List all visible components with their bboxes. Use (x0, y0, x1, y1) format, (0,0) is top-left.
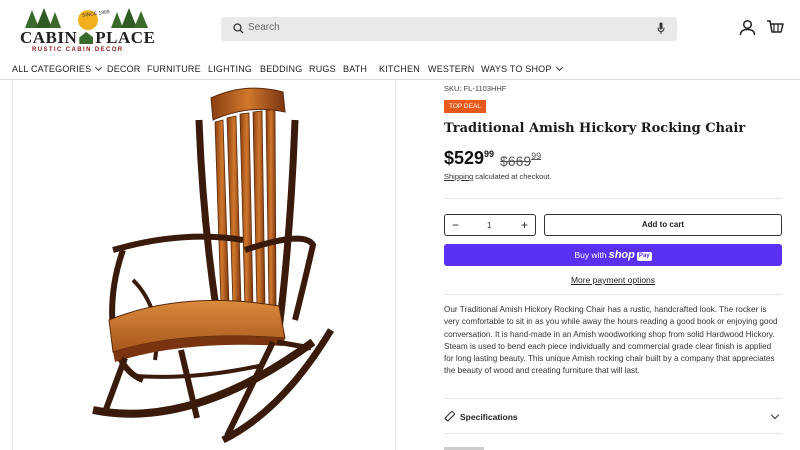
user-icon[interactable] (739, 19, 756, 36)
old-price-cents: 99 (531, 151, 542, 161)
rocking-chair-image (92, 87, 335, 444)
nav-ways-to-shop[interactable]: WAYS TO SHOP (481, 63, 563, 74)
sale-price-cents: 99 (484, 149, 495, 159)
nav-all-categories[interactable]: ALL CATEGORIES (12, 63, 103, 74)
search-bar[interactable]: Search (221, 17, 677, 41)
chevron-down-icon (555, 63, 563, 72)
chevron-down-icon (95, 63, 103, 72)
logo-word-cabin: CABIN (20, 28, 78, 47)
divider (444, 294, 782, 295)
shipping-link[interactable]: Shipping (444, 172, 473, 181)
product-description: Our Traditional Amish Hickory Rocking Ch… (444, 305, 778, 376)
logo-tagline: RUSTIC CABIN DECOR (32, 47, 124, 53)
shipping-note: Shipping calculated at checkout. (444, 172, 552, 181)
qty-decrease-button[interactable]: − (452, 218, 459, 232)
product-title: Traditional Amish Hickory Rocking Chair (444, 121, 746, 136)
nav-label: WAYS TO SHOP (481, 64, 552, 74)
shipping-text: calculated at checkout. (475, 172, 552, 181)
add-to-cart-button[interactable]: Add to cart (544, 214, 782, 236)
qty-increase-button[interactable]: + (521, 218, 528, 232)
quantity-stepper: − 1 + (444, 214, 536, 236)
product-image-panel[interactable] (12, 80, 396, 450)
logo-wordmark: CABIN PLACE (20, 28, 155, 48)
nav-label: ALL CATEGORIES (12, 64, 92, 74)
nav-lighting[interactable]: LIGHTING (208, 64, 252, 74)
divider (444, 198, 782, 199)
accordion-label: Specifications (460, 412, 518, 422)
logo-word-place: PLACE (95, 28, 156, 47)
site-header: SINCE 1989 CABIN PLACE RUSTIC CABIN DECOR… (0, 0, 800, 56)
nav-bath[interactable]: BATH (343, 64, 367, 74)
quantity-input[interactable]: 1 (487, 221, 491, 230)
nav-western[interactable]: WESTERN (428, 64, 474, 74)
specifications-accordion[interactable]: Specifications (444, 398, 782, 434)
nav-kitchen[interactable]: KITCHEN (379, 64, 420, 74)
nav-rugs[interactable]: RUGS (309, 64, 336, 74)
search-input[interactable]: Search (248, 22, 280, 33)
main-nav: ALL CATEGORIES DECOR FURNITURE LIGHTING … (0, 56, 800, 80)
buy-with-shop-pay-button[interactable]: Buy with shop Pay (444, 244, 782, 266)
sale-price: $52999 (444, 148, 494, 169)
sale-price-main: $529 (444, 148, 485, 168)
search-icon (233, 23, 244, 34)
ruler-icon (444, 411, 455, 422)
nav-furniture[interactable]: FURNITURE (147, 64, 201, 74)
cart-icon[interactable] (766, 19, 784, 36)
microphone-icon[interactable] (657, 22, 665, 35)
compare-at-price: $66999 (500, 151, 541, 169)
site-logo[interactable]: SINCE 1989 CABIN PLACE RUSTIC CABIN DECOR (18, 8, 158, 53)
top-deal-badge: TOP DEAL (444, 100, 486, 113)
product-sku: SKU: FL-1103HHF (444, 84, 507, 93)
nav-decor[interactable]: DECOR (107, 64, 141, 74)
buy-with-label: Buy with (574, 250, 607, 260)
shop-logo: shop (608, 249, 635, 261)
pay-badge: Pay (636, 252, 652, 261)
more-payment-options-link[interactable]: More payment options (444, 275, 782, 285)
nav-bedding[interactable]: BEDDING (260, 64, 302, 74)
old-price-main: $669 (500, 153, 532, 169)
chevron-down-icon (770, 410, 780, 420)
cabin-house-icon (79, 32, 94, 44)
